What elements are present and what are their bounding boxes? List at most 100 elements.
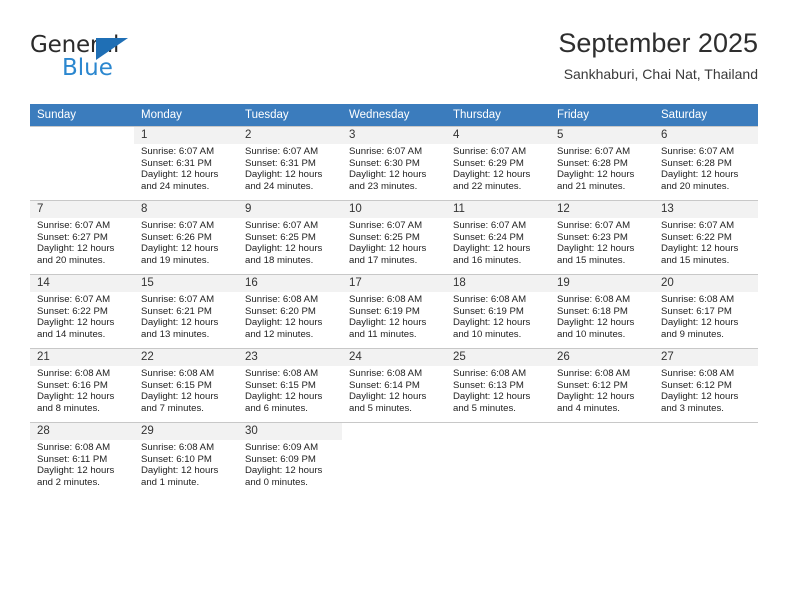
sunset-text: Sunset: 6:12 PM	[557, 379, 628, 391]
day-number: 5	[550, 127, 654, 144]
day-cell[interactable]: 22 Sunrise: 6:08 AM Sunset: 6:15 PM Dayligh…	[134, 348, 238, 422]
daylight-text: Daylight: 12 hours	[141, 243, 219, 255]
day-sun-info: Sunrise: 6:08 AM Sunset: 6:12 PM Daylight:…	[550, 366, 654, 414]
day-sun-info: Sunrise: 6:08 AM Sunset: 6:10 PM Daylight:…	[134, 440, 238, 488]
day-sun-info: Sunrise: 6:07 AM Sunset: 6:29 PM Daylight:…	[446, 144, 550, 192]
day-cell[interactable]: 11 Sunrise: 6:07 AM Sunset: 6:24 PM Dayligh…	[446, 200, 550, 274]
day-cell[interactable]: 20 Sunrise: 6:08 AM Sunset: 6:17 PM Dayligh…	[654, 274, 758, 348]
calendar-week-row: 14 Sunrise: 6:07 AM Sunset: 6:22 PM Dayligh…	[30, 274, 758, 348]
daylight-text: Daylight: 12 hours	[557, 391, 635, 403]
daylight-text: Daylight: 12 hours	[557, 169, 635, 181]
sunrise-text: Sunrise: 6:07 AM	[245, 146, 319, 157]
day-sun-info: Sunrise: 6:07 AM Sunset: 6:25 PM Daylight:…	[342, 218, 446, 266]
day-number	[654, 423, 758, 440]
sunset-text: Sunset: 6:22 PM	[37, 305, 108, 317]
day-cell[interactable]: 26 Sunrise: 6:08 AM Sunset: 6:12 PM Dayligh…	[550, 348, 654, 422]
daylight-text: and 19 minutes.	[141, 254, 210, 266]
day-cell-empty	[342, 422, 446, 496]
day-number: 8	[134, 201, 238, 218]
day-cell[interactable]: 9 Sunrise: 6:07 AM Sunset: 6:25 PM Daylight…	[238, 200, 342, 274]
sunset-text: Sunset: 6:14 PM	[349, 379, 420, 391]
day-cell[interactable]: 27 Sunrise: 6:08 AM Sunset: 6:12 PM Dayligh…	[654, 348, 758, 422]
day-cell[interactable]: 16 Sunrise: 6:08 AM Sunset: 6:20 PM Dayligh…	[238, 274, 342, 348]
day-cell[interactable]: 24 Sunrise: 6:08 AM Sunset: 6:14 PM Dayligh…	[342, 348, 446, 422]
daylight-text: Daylight: 12 hours	[141, 465, 219, 477]
day-number: 18	[446, 275, 550, 292]
day-sun-info: Sunrise: 6:07 AM Sunset: 6:21 PM Daylight:…	[134, 292, 238, 340]
day-number: 1	[134, 127, 238, 144]
day-sun-info: Sunrise: 6:07 AM Sunset: 6:27 PM Daylight:…	[30, 218, 134, 266]
daylight-text: Daylight: 12 hours	[37, 465, 115, 477]
sunset-text: Sunset: 6:31 PM	[245, 157, 316, 169]
day-cell[interactable]: 18 Sunrise: 6:08 AM Sunset: 6:19 PM Dayligh…	[446, 274, 550, 348]
day-number: 30	[238, 423, 342, 440]
day-cell[interactable]: 3 Sunrise: 6:07 AM Sunset: 6:30 PM Daylight…	[342, 126, 446, 200]
calendar-cell: 16 Sunrise: 6:08 AM Sunset: 6:20 PM Dayligh…	[238, 274, 342, 348]
daylight-text: and 14 minutes.	[37, 328, 106, 340]
day-cell[interactable]: 21 Sunrise: 6:08 AM Sunset: 6:16 PM Dayligh…	[30, 348, 134, 422]
day-number	[550, 423, 654, 440]
calendar-cell: 20 Sunrise: 6:08 AM Sunset: 6:17 PM Dayligh…	[654, 274, 758, 348]
day-number: 19	[550, 275, 654, 292]
day-cell[interactable]: 25 Sunrise: 6:08 AM Sunset: 6:13 PM Dayligh…	[446, 348, 550, 422]
brand-logo[interactable]: General Blue	[30, 32, 210, 92]
day-cell[interactable]: 8 Sunrise: 6:07 AM Sunset: 6:26 PM Daylight…	[134, 200, 238, 274]
day-number: 12	[550, 201, 654, 218]
calendar-cell	[30, 126, 134, 200]
day-cell[interactable]: 10 Sunrise: 6:07 AM Sunset: 6:25 PM Dayligh…	[342, 200, 446, 274]
day-number: 29	[134, 423, 238, 440]
day-cell[interactable]: 7 Sunrise: 6:07 AM Sunset: 6:27 PM Daylight…	[30, 200, 134, 274]
sunrise-text: Sunrise: 6:08 AM	[37, 368, 111, 379]
calendar-cell	[654, 422, 758, 496]
daylight-text: and 20 minutes.	[661, 180, 730, 192]
day-number: 25	[446, 349, 550, 366]
sunset-text: Sunset: 6:24 PM	[453, 231, 524, 243]
day-sun-info: Sunrise: 6:09 AM Sunset: 6:09 PM Daylight:…	[238, 440, 342, 488]
day-cell[interactable]: 30 Sunrise: 6:09 AM Sunset: 6:09 PM Dayligh…	[238, 422, 342, 496]
daylight-text: and 24 minutes.	[141, 180, 210, 192]
calendar-week-row: 1 Sunrise: 6:07 AM Sunset: 6:31 PM Daylight…	[30, 126, 758, 200]
daylight-text: Daylight: 12 hours	[349, 317, 427, 329]
day-cell[interactable]: 13 Sunrise: 6:07 AM Sunset: 6:22 PM Dayligh…	[654, 200, 758, 274]
calendar-cell: 5 Sunrise: 6:07 AM Sunset: 6:28 PM Daylight…	[550, 126, 654, 200]
daylight-text: Daylight: 12 hours	[349, 243, 427, 255]
day-cell[interactable]: 19 Sunrise: 6:08 AM Sunset: 6:18 PM Dayligh…	[550, 274, 654, 348]
sunset-text: Sunset: 6:15 PM	[141, 379, 212, 391]
day-sun-info: Sunrise: 6:07 AM Sunset: 6:22 PM Daylight:…	[30, 292, 134, 340]
day-cell[interactable]: 15 Sunrise: 6:07 AM Sunset: 6:21 PM Dayligh…	[134, 274, 238, 348]
day-cell[interactable]: 5 Sunrise: 6:07 AM Sunset: 6:28 PM Daylight…	[550, 126, 654, 200]
sunrise-text: Sunrise: 6:08 AM	[349, 294, 423, 305]
day-cell[interactable]: 1 Sunrise: 6:07 AM Sunset: 6:31 PM Daylight…	[134, 126, 238, 200]
day-cell[interactable]: 6 Sunrise: 6:07 AM Sunset: 6:28 PM Daylight…	[654, 126, 758, 200]
daylight-text: and 13 minutes.	[141, 328, 210, 340]
daylight-text: and 10 minutes.	[453, 328, 522, 340]
daylight-text: Daylight: 12 hours	[245, 465, 323, 477]
calendar-week-row: 28 Sunrise: 6:08 AM Sunset: 6:11 PM Dayligh…	[30, 422, 758, 496]
day-number: 7	[30, 201, 134, 218]
daylight-text: Daylight: 12 hours	[245, 243, 323, 255]
day-sun-info: Sunrise: 6:08 AM Sunset: 6:11 PM Daylight:…	[30, 440, 134, 488]
day-number: 15	[134, 275, 238, 292]
sunrise-text: Sunrise: 6:08 AM	[245, 294, 319, 305]
day-cell[interactable]: 29 Sunrise: 6:08 AM Sunset: 6:10 PM Dayligh…	[134, 422, 238, 496]
daylight-text: Daylight: 12 hours	[453, 169, 531, 181]
day-cell[interactable]: 4 Sunrise: 6:07 AM Sunset: 6:29 PM Daylight…	[446, 126, 550, 200]
daylight-text: and 4 minutes.	[557, 402, 620, 414]
weekday-header-tuesday: Tuesday	[238, 104, 342, 126]
day-cell[interactable]: 14 Sunrise: 6:07 AM Sunset: 6:22 PM Dayligh…	[30, 274, 134, 348]
day-cell[interactable]: 28 Sunrise: 6:08 AM Sunset: 6:11 PM Dayligh…	[30, 422, 134, 496]
calendar-cell: 27 Sunrise: 6:08 AM Sunset: 6:12 PM Dayligh…	[654, 348, 758, 422]
daylight-text: and 11 minutes.	[349, 328, 417, 340]
sunrise-text: Sunrise: 6:07 AM	[245, 220, 319, 231]
day-cell[interactable]: 17 Sunrise: 6:08 AM Sunset: 6:19 PM Dayligh…	[342, 274, 446, 348]
weekday-header-thursday: Thursday	[446, 104, 550, 126]
day-cell[interactable]: 12 Sunrise: 6:07 AM Sunset: 6:23 PM Dayligh…	[550, 200, 654, 274]
calendar-cell: 17 Sunrise: 6:08 AM Sunset: 6:19 PM Dayligh…	[342, 274, 446, 348]
calendar-body: 1 Sunrise: 6:07 AM Sunset: 6:31 PM Daylight…	[30, 126, 758, 496]
sunrise-text: Sunrise: 6:08 AM	[141, 442, 215, 453]
day-cell[interactable]: 2 Sunrise: 6:07 AM Sunset: 6:31 PM Daylight…	[238, 126, 342, 200]
day-cell-empty	[446, 422, 550, 496]
sunrise-text: Sunrise: 6:07 AM	[453, 146, 527, 157]
day-cell[interactable]: 23 Sunrise: 6:08 AM Sunset: 6:15 PM Dayligh…	[238, 348, 342, 422]
weekday-header-monday: Monday	[134, 104, 238, 126]
